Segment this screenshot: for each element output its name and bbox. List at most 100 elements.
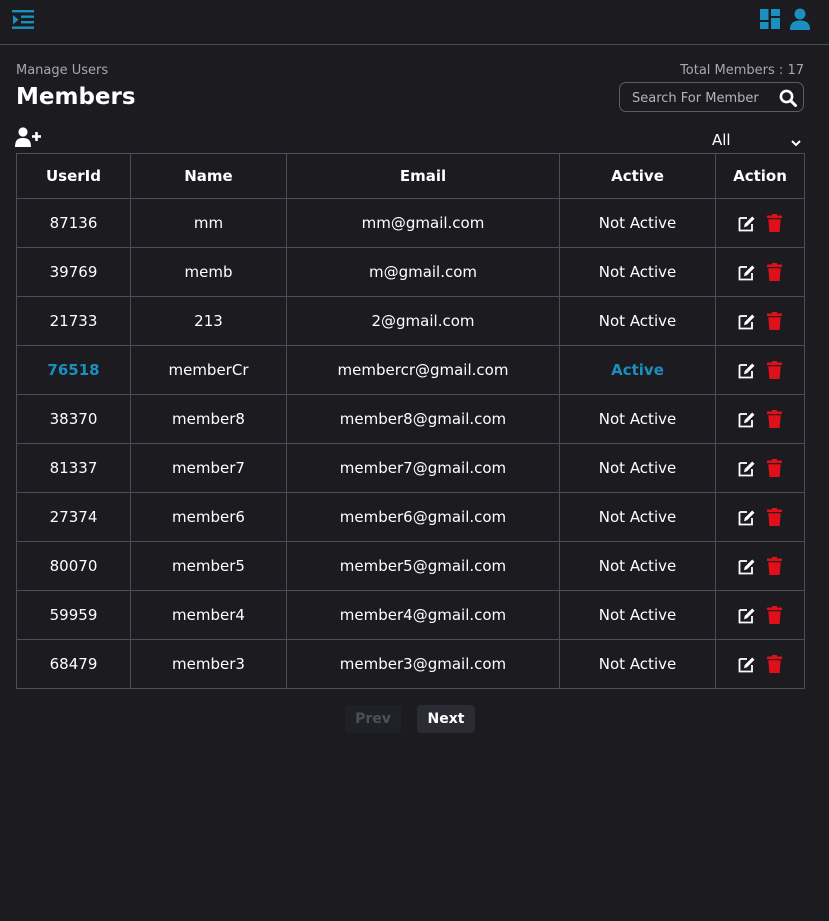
table-row: 81337 member7 member7@gmail.com Not Active	[16, 443, 805, 493]
chevron-down-icon	[790, 134, 802, 147]
trash-icon[interactable]	[767, 508, 782, 526]
search-box	[619, 82, 804, 112]
user-id-cell: 27374	[16, 492, 131, 542]
column-header-name: Name	[130, 153, 287, 199]
edit-icon[interactable]	[738, 460, 756, 477]
breadcrumb: Manage Users	[16, 63, 109, 78]
dashboard-grid-icon[interactable]	[760, 9, 780, 29]
edit-icon[interactable]	[738, 264, 756, 281]
search-icon[interactable]	[779, 89, 797, 107]
trash-icon[interactable]	[767, 606, 782, 624]
email-cell: member8@gmail.com	[286, 394, 560, 444]
edit-icon[interactable]	[738, 558, 756, 575]
trash-icon[interactable]	[767, 214, 782, 232]
user-id-cell: 21733	[16, 296, 131, 346]
table-header-row: UserId Name Email Active Action	[16, 153, 805, 199]
user-id-cell: 80070	[16, 541, 131, 591]
status-cell: Not Active	[559, 443, 716, 493]
user-id-cell: 81337	[16, 443, 131, 493]
edit-icon[interactable]	[738, 411, 756, 428]
action-cell	[715, 590, 805, 640]
email-cell: member7@gmail.com	[286, 443, 560, 493]
column-header-email: Email	[286, 153, 560, 199]
user-id-cell: 68479	[16, 639, 131, 689]
top-bar	[0, 0, 829, 45]
members-table: UserId Name Email Active Action 87136 mm m…	[16, 153, 805, 689]
prev-page-button[interactable]: Prev	[345, 705, 401, 733]
add-user-icon	[15, 127, 41, 147]
action-cell	[715, 198, 805, 248]
email-cell: member5@gmail.com	[286, 541, 560, 591]
trash-icon[interactable]	[767, 410, 782, 428]
status-filter-select[interactable]: All	[712, 130, 804, 150]
email-cell: member4@gmail.com	[286, 590, 560, 640]
column-header-userid: UserId	[16, 153, 131, 199]
edit-icon[interactable]	[738, 607, 756, 624]
action-cell	[715, 492, 805, 542]
status-cell: Not Active	[559, 247, 716, 297]
table-row: 21733 213 2@gmail.com Not Active	[16, 296, 805, 346]
menu-indent-icon[interactable]	[12, 9, 34, 31]
status-cell: Not Active	[559, 296, 716, 346]
action-cell	[715, 443, 805, 493]
status-cell: Not Active	[559, 198, 716, 248]
trash-icon[interactable]	[767, 557, 782, 575]
action-cell	[715, 394, 805, 444]
table-row: 59959 member4 member4@gmail.com Not Active	[16, 590, 805, 640]
user-icon[interactable]	[790, 8, 810, 30]
name-cell: member8	[130, 394, 287, 444]
name-cell: member6	[130, 492, 287, 542]
table-row: 87136 mm mm@gmail.com Not Active	[16, 198, 805, 248]
email-cell: member6@gmail.com	[286, 492, 560, 542]
status-filter-value: All	[712, 131, 731, 149]
action-cell	[715, 345, 805, 395]
status-cell: Not Active	[559, 541, 716, 591]
edit-icon[interactable]	[738, 509, 756, 526]
trash-icon[interactable]	[767, 361, 782, 379]
edit-icon[interactable]	[738, 313, 756, 330]
edit-icon[interactable]	[738, 362, 756, 379]
status-cell: Not Active	[559, 590, 716, 640]
table-row: 76518 memberCr membercr@gmail.com Active	[16, 345, 805, 395]
name-cell: member4	[130, 590, 287, 640]
column-header-action: Action	[715, 153, 805, 199]
email-cell: member3@gmail.com	[286, 639, 560, 689]
table-row: 80070 member5 member5@gmail.com Not Active	[16, 541, 805, 591]
user-id-cell: 59959	[16, 590, 131, 640]
edit-icon[interactable]	[738, 656, 756, 673]
name-cell: member5	[130, 541, 287, 591]
action-cell	[715, 541, 805, 591]
status-cell: Not Active	[559, 639, 716, 689]
name-cell: 213	[130, 296, 287, 346]
status-cell: Not Active	[559, 492, 716, 542]
email-cell: mm@gmail.com	[286, 198, 560, 248]
edit-icon[interactable]	[738, 215, 756, 232]
name-cell: member3	[130, 639, 287, 689]
action-cell	[715, 639, 805, 689]
action-cell	[715, 247, 805, 297]
trash-icon[interactable]	[767, 459, 782, 477]
name-cell: memberCr	[130, 345, 287, 395]
trash-icon[interactable]	[767, 263, 782, 281]
table-row: 27374 member6 member6@gmail.com Not Active	[16, 492, 805, 542]
total-members-count: Total Members : 17	[680, 63, 804, 78]
next-page-button[interactable]: Next	[417, 705, 475, 733]
user-id-cell: 38370	[16, 394, 131, 444]
status-cell: Not Active	[559, 394, 716, 444]
add-user-button[interactable]	[15, 127, 41, 147]
user-id-cell: 87136	[16, 198, 131, 248]
name-cell: memb	[130, 247, 287, 297]
trash-icon[interactable]	[767, 312, 782, 330]
column-header-active: Active	[559, 153, 716, 199]
trash-icon[interactable]	[767, 655, 782, 673]
page-title: Members	[16, 84, 136, 110]
name-cell: mm	[130, 198, 287, 248]
table-row: 38370 member8 member8@gmail.com Not Active	[16, 394, 805, 444]
email-cell: m@gmail.com	[286, 247, 560, 297]
user-id-cell: 76518	[16, 345, 131, 395]
email-cell: membercr@gmail.com	[286, 345, 560, 395]
search-input[interactable]	[632, 89, 772, 107]
table-row: 68479 member3 member3@gmail.com Not Active	[16, 639, 805, 689]
email-cell: 2@gmail.com	[286, 296, 560, 346]
name-cell: member7	[130, 443, 287, 493]
